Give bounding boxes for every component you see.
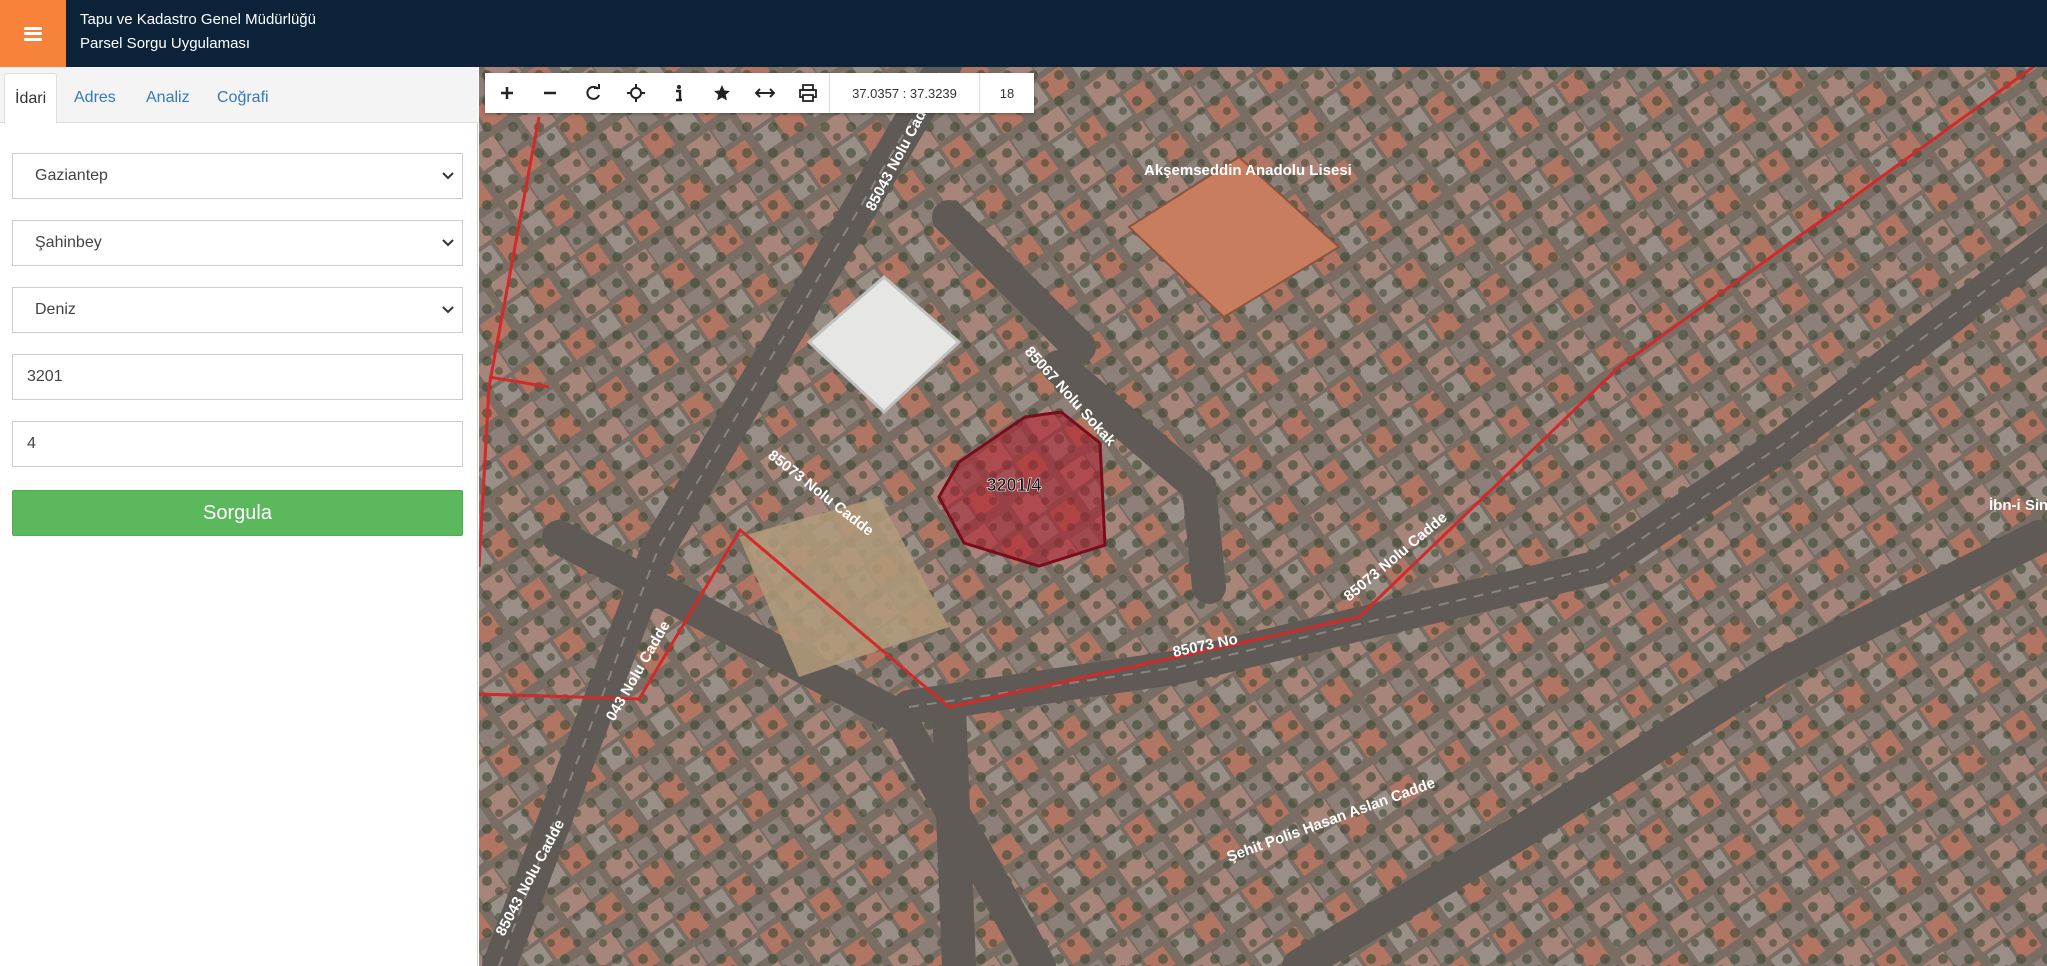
locate-icon[interactable] <box>614 73 657 113</box>
brand-line-1: Tapu ve Kadastro Genel Müdürlüğü <box>80 11 316 28</box>
chevron-down-icon <box>442 239 454 247</box>
block-number-input[interactable]: 3201 <box>12 354 463 400</box>
brand-line-2: Parsel Sorgu Uygulaması <box>80 35 251 52</box>
satellite-map: 3201/4 85043 Nolu Cadde 85067 Nolu Sokak… <box>479 67 2047 966</box>
bookmark-star-icon[interactable] <box>700 73 743 113</box>
poi-label-school: Akşemseddin Anadolu Lisesi <box>1144 162 1352 179</box>
district-select[interactable]: Şahinbey <box>12 220 463 266</box>
zoom-level-readout: 18 <box>979 73 1034 113</box>
province-value: Gaziantep <box>35 167 108 184</box>
parcel-label: 3201/4 <box>986 475 1041 495</box>
district-value: Şahinbey <box>35 234 102 251</box>
map-toolbar: 37.0357 : 37.3239 18 <box>485 73 1034 113</box>
neighborhood-select[interactable]: Deniz <box>12 287 463 333</box>
info-icon[interactable] <box>657 73 700 113</box>
refresh-icon[interactable] <box>571 73 614 113</box>
query-button[interactable]: Sorgula <box>12 490 463 536</box>
tab-analiz[interactable]: Analiz <box>136 73 200 123</box>
hamburger-icon <box>24 26 42 41</box>
print-icon[interactable] <box>786 73 829 113</box>
tab-cografi[interactable]: Coğrafi <box>207 73 279 123</box>
neighborhood-value: Deniz <box>35 301 76 318</box>
map-view[interactable]: 3201/4 85043 Nolu Cadde 85067 Nolu Sokak… <box>479 67 2047 966</box>
tab-idari[interactable]: İdari <box>4 73 58 124</box>
chevron-down-icon <box>442 172 454 180</box>
app-brand: Tapu ve Kadastro Genel Müdürlüğü Parsel … <box>80 8 316 56</box>
query-sidebar: İdari Adres Analiz Coğrafi Gaziantep Şah… <box>0 67 478 966</box>
menu-button[interactable] <box>0 0 66 67</box>
top-header: Tapu ve Kadastro Genel Müdürlüğü Parsel … <box>0 0 2047 67</box>
tab-bar: İdari Adres Analiz Coğrafi <box>0 67 478 124</box>
province-select[interactable]: Gaziantep <box>12 153 463 199</box>
coordinate-readout: 37.0357 : 37.3239 <box>829 73 979 113</box>
zoom-in-icon[interactable] <box>485 73 528 113</box>
poi-label-hospital: İbn-i Sin <box>1989 497 2047 514</box>
zoom-out-icon[interactable] <box>528 73 571 113</box>
measure-icon[interactable] <box>743 73 786 113</box>
parcel-number-input[interactable]: 4 <box>12 421 463 467</box>
chevron-down-icon <box>442 306 454 314</box>
tab-adres[interactable]: Adres <box>64 73 126 123</box>
